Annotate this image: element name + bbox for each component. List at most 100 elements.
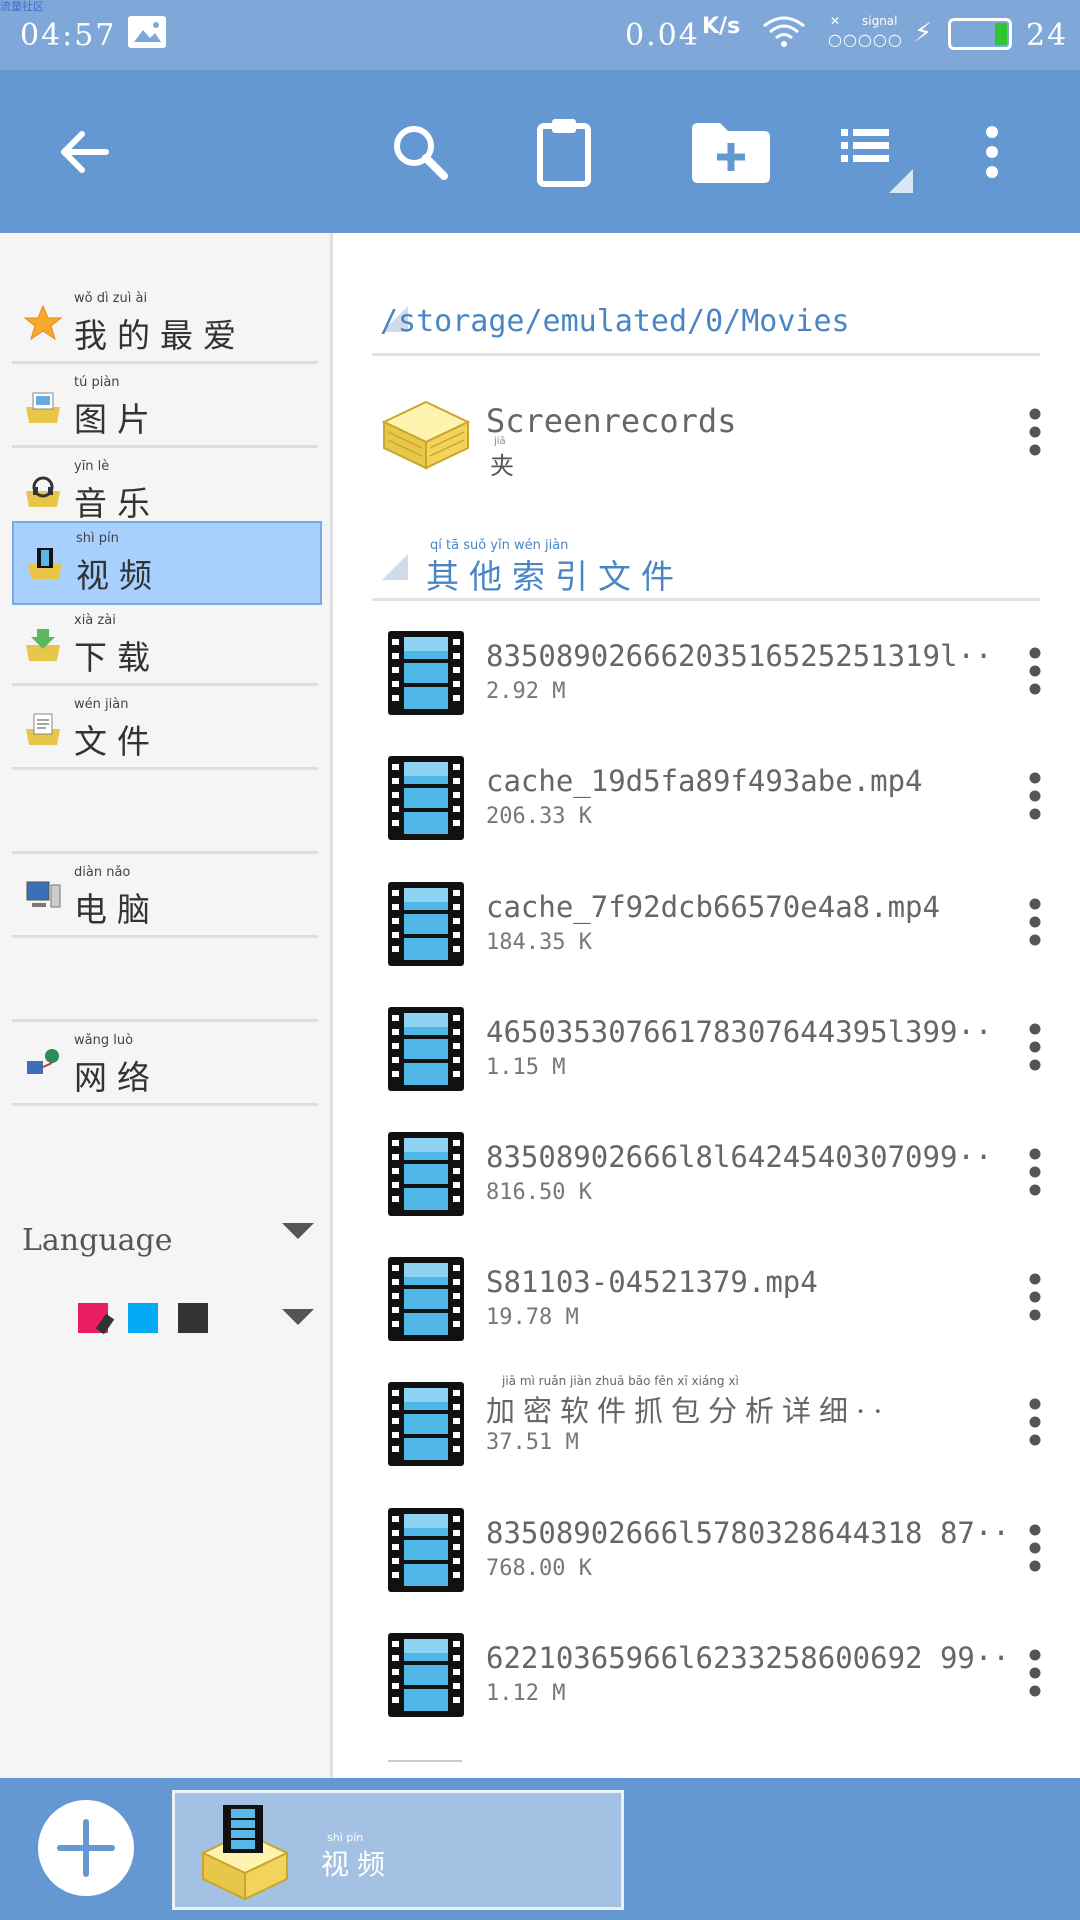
folder-icon: [381, 400, 471, 470]
video-file-icon: [388, 1257, 464, 1341]
battery-icon: [948, 18, 1012, 50]
overflow-menu-button[interactable]: [966, 110, 1018, 194]
clipboard-button[interactable]: [522, 110, 606, 194]
theme-color-swatch-dark[interactable]: [178, 1303, 208, 1333]
file-size: 768.00 K: [486, 1556, 592, 1581]
more-vert-icon[interactable]: [1028, 1023, 1042, 1071]
signal-label: signal: [862, 14, 898, 28]
sidebar-item-pictures[interactable]: tú piàn 图片: [12, 367, 318, 448]
file-row[interactable]: 83508902666l8l6424540307099·· 816.50 K: [372, 1118, 1042, 1238]
sidebar-item-pinyin: tú piàn: [74, 375, 120, 390]
file-size: 206.33 K: [486, 804, 592, 829]
sidebar-item-label: 电脑: [74, 890, 160, 929]
sidebar-divider: [12, 941, 318, 1022]
file-row[interactable]: cache_19d5fa89f493abe.mp4 206.33 K: [372, 742, 1042, 862]
more-vert-icon[interactable]: [1028, 1273, 1042, 1321]
sidebar-item-pinyin: wén jiàn: [74, 697, 129, 712]
network-icon: [27, 1049, 59, 1074]
more-vert-icon[interactable]: [1028, 898, 1042, 946]
sidebar-item-pinyin: wǒ dì zuì ài: [74, 291, 148, 306]
no-signal-icon: ✕: [830, 14, 841, 28]
net-speed-unit: K/s: [702, 14, 741, 39]
back-arrow-icon: [61, 131, 109, 173]
video-file-icon: [388, 1508, 464, 1592]
file-row[interactable]: 46503530766178307644395l399·· 1.15 M: [372, 993, 1042, 1113]
tab-label: 视频: [321, 1848, 394, 1881]
file-size: 816.50 K: [486, 1180, 592, 1205]
file-row[interactable]: S81103-04521379.mp4 19.78 M: [372, 1243, 1042, 1363]
file-row[interactable]: 83508902666l5780328644318 87·· 768.00 K: [372, 1494, 1042, 1614]
file-row[interactable]: jiā mì ruǎn jiàn zhuā bāo fēn xī xiáng x…: [372, 1368, 1042, 1488]
computer-icon: [26, 881, 61, 908]
add-icon: [57, 1819, 115, 1877]
file-size: 184.35 K: [486, 930, 592, 955]
list-view-button[interactable]: [822, 110, 922, 194]
video-file-icon: [388, 1382, 464, 1466]
file-row[interactable]: 83508902666203516525251319l·· 2.92 M: [372, 617, 1042, 737]
open-tab-videos[interactable]: shì pín 视频: [172, 1790, 624, 1910]
file-size: 1.15 M: [486, 1055, 566, 1080]
file-size: 37.51 M: [486, 1430, 579, 1455]
file-size: 1.12 M: [486, 1681, 566, 1706]
sidebar-item-pinyin: yīn lè: [74, 459, 110, 474]
clipboard-icon: [537, 119, 591, 187]
sidebar-item-documents[interactable]: wén jiàn 文件: [12, 689, 318, 770]
sidebar-item-computer[interactable]: diàn nǎo 电脑: [12, 857, 318, 938]
theme-dropdown-icon[interactable]: [282, 1309, 314, 1325]
file-name: cache_19d5fa89f493abe.mp4: [486, 764, 923, 798]
new-folder-button[interactable]: [672, 110, 790, 194]
image-notification-icon: [128, 16, 166, 48]
folder-name: Screenrecords: [486, 402, 737, 440]
file-name-pinyin: jiā mì ruǎn jiàn zhuā bāo fēn xī xiáng x…: [502, 1374, 739, 1388]
clock: 04:57: [20, 18, 117, 53]
section-divider: [372, 598, 1040, 601]
search-button[interactable]: [378, 110, 462, 194]
language-dropdown-icon[interactable]: [282, 1223, 314, 1239]
star-icon: [24, 305, 62, 341]
file-name: cache_7f92dcb66570e4a8.mp4: [486, 890, 940, 924]
add-button[interactable]: [38, 1800, 134, 1896]
file-name: 加密软件抓包分析详细··: [486, 1394, 891, 1428]
more-vert-icon[interactable]: [1028, 408, 1042, 456]
sidebar-item-pinyin: diàn nǎo: [74, 865, 131, 880]
download-folder-icon: [26, 629, 60, 661]
sidebar-item-downloads[interactable]: xià zài 下载: [12, 605, 318, 686]
video-file-icon: [388, 882, 464, 966]
sidebar-item-music[interactable]: yīn lè 音乐: [12, 451, 318, 532]
folder-row[interactable]: Screenrecords jiā 夹: [372, 382, 1042, 502]
more-vert-icon[interactable]: [1028, 1524, 1042, 1572]
bottom-bar: shì pín 视频: [0, 1778, 1080, 1920]
signal-dots-icon: ○○○○○: [828, 30, 903, 49]
file-row[interactable]: cache_7f92dcb66570e4a8.mp4 184.35 K: [372, 868, 1042, 988]
toolbar: [0, 70, 1080, 233]
video-file-icon: [388, 756, 464, 840]
collapse-triangle-icon[interactable]: [382, 554, 408, 580]
video-folder-icon: [200, 1805, 290, 1901]
more-vert-icon[interactable]: [1028, 1398, 1042, 1446]
more-vert-icon[interactable]: [1028, 772, 1042, 820]
file-name: 83508902666l8l6424540307099··: [486, 1140, 993, 1174]
back-button[interactable]: [42, 110, 126, 194]
search-icon: [394, 126, 448, 180]
watermark: 流量社区: [0, 0, 44, 13]
video-folder-icon: [28, 548, 62, 579]
sidebar-item-network[interactable]: wǎng luò 网络: [12, 1025, 318, 1106]
sidebar-item-pinyin: wǎng luò: [74, 1033, 134, 1048]
wifi-icon: [760, 14, 808, 54]
sidebar-item-label: 文件: [74, 722, 160, 761]
more-vert-icon: [986, 126, 998, 178]
theme-color-swatch-pink[interactable]: [78, 1303, 115, 1335]
list-peek-divider: [388, 1760, 462, 1762]
section-title: 其他索引文件: [426, 557, 684, 596]
more-vert-icon[interactable]: [1028, 1649, 1042, 1697]
theme-color-swatch-blue[interactable]: [128, 1303, 158, 1333]
sidebar-item-videos[interactable]: shì pín 视频: [12, 521, 322, 605]
more-vert-icon[interactable]: [1028, 1148, 1042, 1196]
video-file-icon: [388, 1132, 464, 1216]
more-vert-icon[interactable]: [1028, 647, 1042, 695]
file-size: 2.92 M: [486, 679, 566, 704]
sidebar-item-favorites[interactable]: wǒ dì zuì ài 我的最爱: [12, 283, 318, 364]
file-row[interactable]: 62210365966l6233258600692 99·· 1.12 M: [372, 1619, 1042, 1739]
new-folder-icon: [692, 123, 770, 183]
file-name: S81103-04521379.mp4: [486, 1265, 818, 1299]
